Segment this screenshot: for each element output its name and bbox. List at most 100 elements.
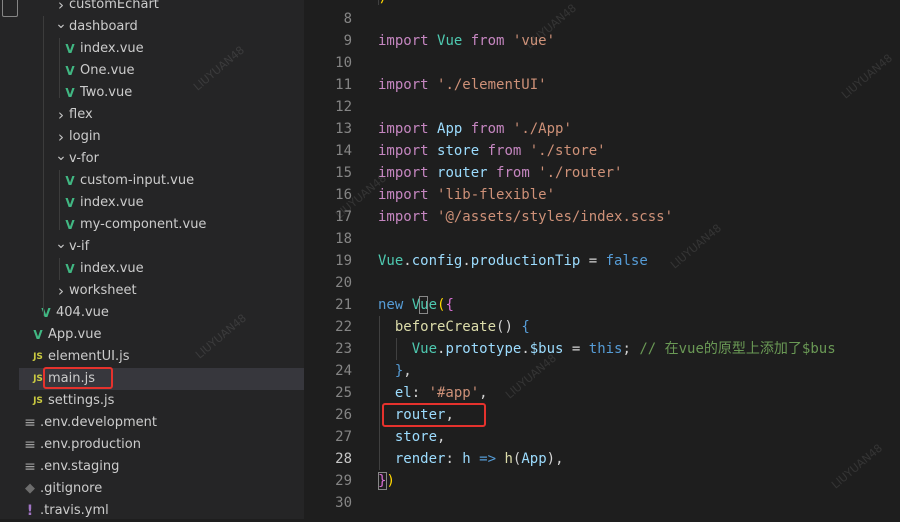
code-line[interactable]: 8 bbox=[304, 8, 900, 30]
code-token: Vue bbox=[437, 33, 471, 49]
code-token: el bbox=[394, 385, 412, 401]
vue-file-icon: V bbox=[65, 262, 75, 276]
code-line[interactable]: 17 import '@/assets/styles/index.scss' bbox=[304, 206, 900, 228]
code-token: from bbox=[496, 165, 539, 181]
file-name: 404.vue bbox=[56, 305, 109, 320]
code-line[interactable]: 19 Vue.config.productionTip = false bbox=[304, 250, 900, 272]
code-line[interactable]: 14 import store from './store' bbox=[304, 140, 900, 162]
code-token: h bbox=[504, 451, 513, 467]
explorer-file[interactable]: V App.vue bbox=[19, 324, 304, 346]
code-token: , bbox=[479, 385, 488, 401]
vue-file-icon: V bbox=[65, 64, 75, 78]
line-number: 25 bbox=[335, 385, 352, 401]
code-line[interactable]: 27 store, bbox=[304, 426, 900, 448]
chevron-down-icon: ⌄ bbox=[55, 148, 67, 164]
file-name: .gitignore bbox=[40, 481, 103, 496]
folder-name: v-if bbox=[69, 239, 90, 254]
code-token: new bbox=[378, 297, 412, 313]
explorer-file[interactable]: Vindex.vue bbox=[19, 38, 304, 60]
bracket-match bbox=[378, 472, 387, 490]
explorer-file[interactable]: Vcustom-input.vue bbox=[19, 170, 304, 192]
code-line[interactable]: 23 Vue.prototype.$bus = this; // 在vue的原型… bbox=[304, 338, 900, 360]
line-number: 9 bbox=[343, 33, 352, 49]
code-token: '@/assets/styles/index.scss' bbox=[437, 209, 674, 225]
code-line[interactable]: 25 el: '#app', bbox=[304, 382, 900, 404]
explorer-file[interactable]: ≡ .env.development bbox=[19, 412, 304, 434]
code-line[interactable]: 21 new Vue({ bbox=[304, 294, 900, 316]
code-text: Vue.prototype.$bus = this; // 在vue的原型上添加… bbox=[378, 338, 836, 360]
code-editor[interactable]: / 89import Vue from 'vue'1011import './e… bbox=[304, 0, 900, 519]
explorer-folder[interactable]: ⌄ v-if bbox=[19, 236, 304, 258]
explorer-folder[interactable]: › worksheet bbox=[19, 280, 304, 302]
file-name: elementUI.js bbox=[48, 349, 130, 364]
file-name: .env.production bbox=[40, 437, 141, 452]
explorer-icon[interactable] bbox=[2, 0, 18, 17]
env-file-icon: ≡ bbox=[24, 415, 36, 431]
line-number: 11 bbox=[335, 77, 352, 93]
line-number: 13 bbox=[335, 121, 352, 137]
explorer-file[interactable]: V Two.vue bbox=[19, 82, 304, 104]
code-token: { bbox=[445, 297, 454, 313]
code-token: { bbox=[521, 319, 530, 335]
explorer-folder[interactable]: › login bbox=[19, 126, 304, 148]
activity-bar bbox=[0, 0, 19, 519]
code-token: => bbox=[479, 451, 497, 467]
explorer-folder[interactable]: ⌄ dashboard bbox=[19, 16, 304, 38]
code-line[interactable]: 18 bbox=[304, 228, 900, 250]
chevron-right-icon: › bbox=[58, 0, 64, 14]
explorer-folder[interactable]: ⌄ v-for bbox=[19, 148, 304, 170]
explorer-file[interactable]: ◆ .gitignore bbox=[19, 478, 304, 500]
code-token: ) bbox=[386, 473, 395, 489]
code-token: import bbox=[378, 187, 438, 203]
bracket-match bbox=[419, 296, 428, 314]
explorer-file[interactable]: JS elementUI.js bbox=[19, 346, 304, 368]
code-token: import bbox=[378, 209, 438, 225]
code-token: import bbox=[378, 77, 438, 93]
code-line[interactable]: 22 beforeCreate() { bbox=[304, 316, 900, 338]
explorer-file[interactable]: ≡ .env.staging bbox=[19, 456, 304, 478]
code-token: './elementUI' bbox=[437, 77, 547, 93]
explorer-file[interactable]: Vmy-component.vue bbox=[19, 214, 304, 236]
code-token: productionTip bbox=[470, 253, 581, 269]
line-number: 21 bbox=[335, 297, 352, 313]
line-number: 8 bbox=[343, 11, 352, 27]
code-line[interactable]: 24 }, bbox=[304, 360, 900, 382]
code-line[interactable]: 12 bbox=[304, 96, 900, 118]
explorer-file[interactable]: V 404.vue bbox=[19, 302, 304, 324]
code-token: import bbox=[378, 143, 438, 159]
code-token: ), bbox=[546, 451, 564, 467]
code-line[interactable]: 30 bbox=[304, 492, 900, 514]
file-name: custom-input.vue bbox=[80, 173, 195, 188]
code-line[interactable]: 16 import 'lib-flexible' bbox=[304, 184, 900, 206]
code-line[interactable]: 15 import router from './router' bbox=[304, 162, 900, 184]
code-line[interactable]: 11 import './elementUI' bbox=[304, 74, 900, 96]
chevron-down-icon: ⌄ bbox=[55, 236, 67, 252]
code-token: store bbox=[394, 429, 438, 445]
explorer-sidebar: › customEchart ⌄ dashboard Vindex.vue V One.vu… bbox=[19, 0, 304, 519]
explorer-file[interactable]: Vindex.vue bbox=[19, 192, 304, 214]
code-line[interactable]: 10 bbox=[304, 52, 900, 74]
code-token: router bbox=[437, 165, 497, 181]
code-token: // 在vue的原型上添加了$bus bbox=[639, 341, 836, 357]
explorer-folder[interactable]: › customEchart bbox=[19, 0, 304, 16]
code-line[interactable]: 13 import App from './App' bbox=[304, 118, 900, 140]
code-line[interactable]: 20 bbox=[304, 272, 900, 294]
line-number: 27 bbox=[335, 429, 352, 445]
code-token: prototype bbox=[445, 341, 522, 357]
code-line[interactable]: 28 render: h => h(App), bbox=[304, 448, 900, 470]
explorer-folder[interactable]: › flex bbox=[19, 104, 304, 126]
file-name: One.vue bbox=[80, 63, 135, 78]
code-token: store bbox=[437, 143, 488, 159]
code-token: import bbox=[378, 121, 438, 137]
explorer-file[interactable]: ≡ .env.production bbox=[19, 434, 304, 456]
code-line[interactable]: 29}) bbox=[304, 470, 900, 492]
code-line[interactable]: 9 import Vue from 'vue' bbox=[304, 30, 900, 52]
code-text: import '@/assets/styles/index.scss' bbox=[378, 206, 673, 228]
explorer-file[interactable]: V One.vue bbox=[19, 60, 304, 82]
explorer-file[interactable]: Vindex.vue bbox=[19, 258, 304, 280]
explorer-file[interactable]: JS settings.js bbox=[19, 390, 304, 412]
code-token: from bbox=[487, 143, 530, 159]
